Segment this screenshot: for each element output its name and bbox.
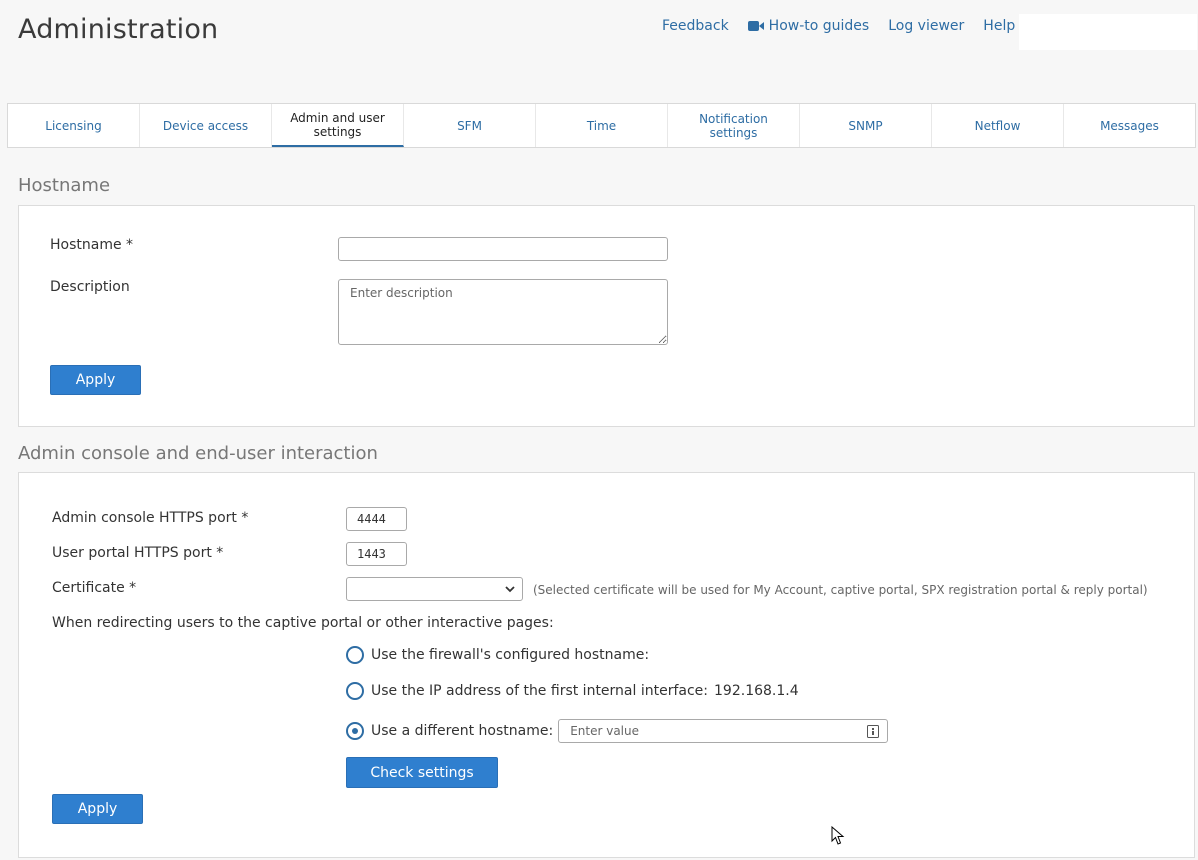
hostname-label: Hostname * [50, 237, 134, 253]
admin-panel: Admin console HTTPS port * User portal H… [18, 472, 1195, 858]
option-different-hostname[interactable]: Use a different hostname: [346, 719, 889, 743]
user-port-label: User portal HTTPS port * [52, 545, 224, 561]
tab-notification-settings[interactable]: Notification settings [668, 104, 800, 147]
hostname-panel: Hostname * Description Apply [18, 205, 1195, 427]
ip-address-value: 192.168.1.4 [714, 683, 799, 699]
radio-different-hostname[interactable] [346, 722, 364, 740]
tab-sfm[interactable]: SFM [404, 104, 536, 147]
hostname-input[interactable] [338, 237, 668, 261]
feedback-link[interactable]: Feedback [662, 18, 729, 34]
redirect-label: When redirecting users to the captive po… [52, 615, 554, 631]
redacted-area [1019, 14, 1197, 50]
radio-selected-dot [352, 728, 358, 734]
admin-apply-button[interactable]: Apply [52, 794, 143, 824]
help-link[interactable]: Help [983, 18, 1015, 34]
tab-netflow[interactable]: Netflow [932, 104, 1064, 147]
admin-section-title: Admin console and end-user interaction [18, 443, 378, 464]
hostname-apply-button[interactable]: Apply [50, 365, 141, 395]
how-to-guides-link[interactable]: How-to guides [747, 18, 870, 34]
top-links: Feedback How-to guides Log viewer Help a [662, 18, 1043, 34]
radio-ip-address[interactable] [346, 682, 364, 700]
different-hostname-input[interactable] [559, 723, 853, 739]
tab-time[interactable]: Time [536, 104, 668, 147]
option-ip-address[interactable]: Use the IP address of the first internal… [346, 682, 799, 700]
certificate-select[interactable] [346, 577, 523, 601]
hostname-section-title: Hostname [18, 175, 111, 196]
description-label: Description [50, 279, 130, 295]
check-settings-button[interactable]: Check settings [346, 757, 498, 788]
option-configured-hostname[interactable]: Use the firewall's configured hostname: [346, 646, 649, 664]
log-viewer-link[interactable]: Log viewer [888, 18, 964, 34]
user-port-input[interactable] [346, 542, 407, 566]
mouse-cursor-icon [831, 826, 845, 845]
certificate-note: (Selected certificate will be used for M… [533, 583, 1148, 597]
option-ip-address-label: Use the IP address of the first internal… [371, 683, 709, 699]
radio-configured-hostname[interactable] [346, 646, 364, 664]
option-configured-hostname-label: Use the firewall's configured hostname: [371, 647, 650, 663]
certificate-label: Certificate * [52, 580, 137, 596]
page-title: Administration [18, 14, 219, 45]
settings-tabs: Licensing Device access Admin and user s… [7, 103, 1196, 148]
tab-device-access[interactable]: Device access [140, 104, 272, 147]
tab-admin-and-user-settings[interactable]: Admin and user settings [272, 104, 404, 147]
admin-port-label: Admin console HTTPS port * [52, 510, 249, 526]
admin-port-input[interactable] [346, 507, 407, 531]
contact-card-icon[interactable] [867, 725, 880, 738]
video-camera-icon [747, 21, 764, 31]
tab-licensing[interactable]: Licensing [8, 104, 140, 147]
how-to-guides-label: How-to guides [768, 18, 870, 34]
different-hostname-field[interactable] [558, 719, 889, 743]
description-textarea[interactable] [338, 279, 668, 345]
tab-snmp[interactable]: SNMP [800, 104, 932, 147]
chevron-down-icon [505, 586, 515, 593]
option-different-hostname-label: Use a different hostname: [371, 723, 554, 739]
tab-messages[interactable]: Messages [1064, 104, 1195, 147]
